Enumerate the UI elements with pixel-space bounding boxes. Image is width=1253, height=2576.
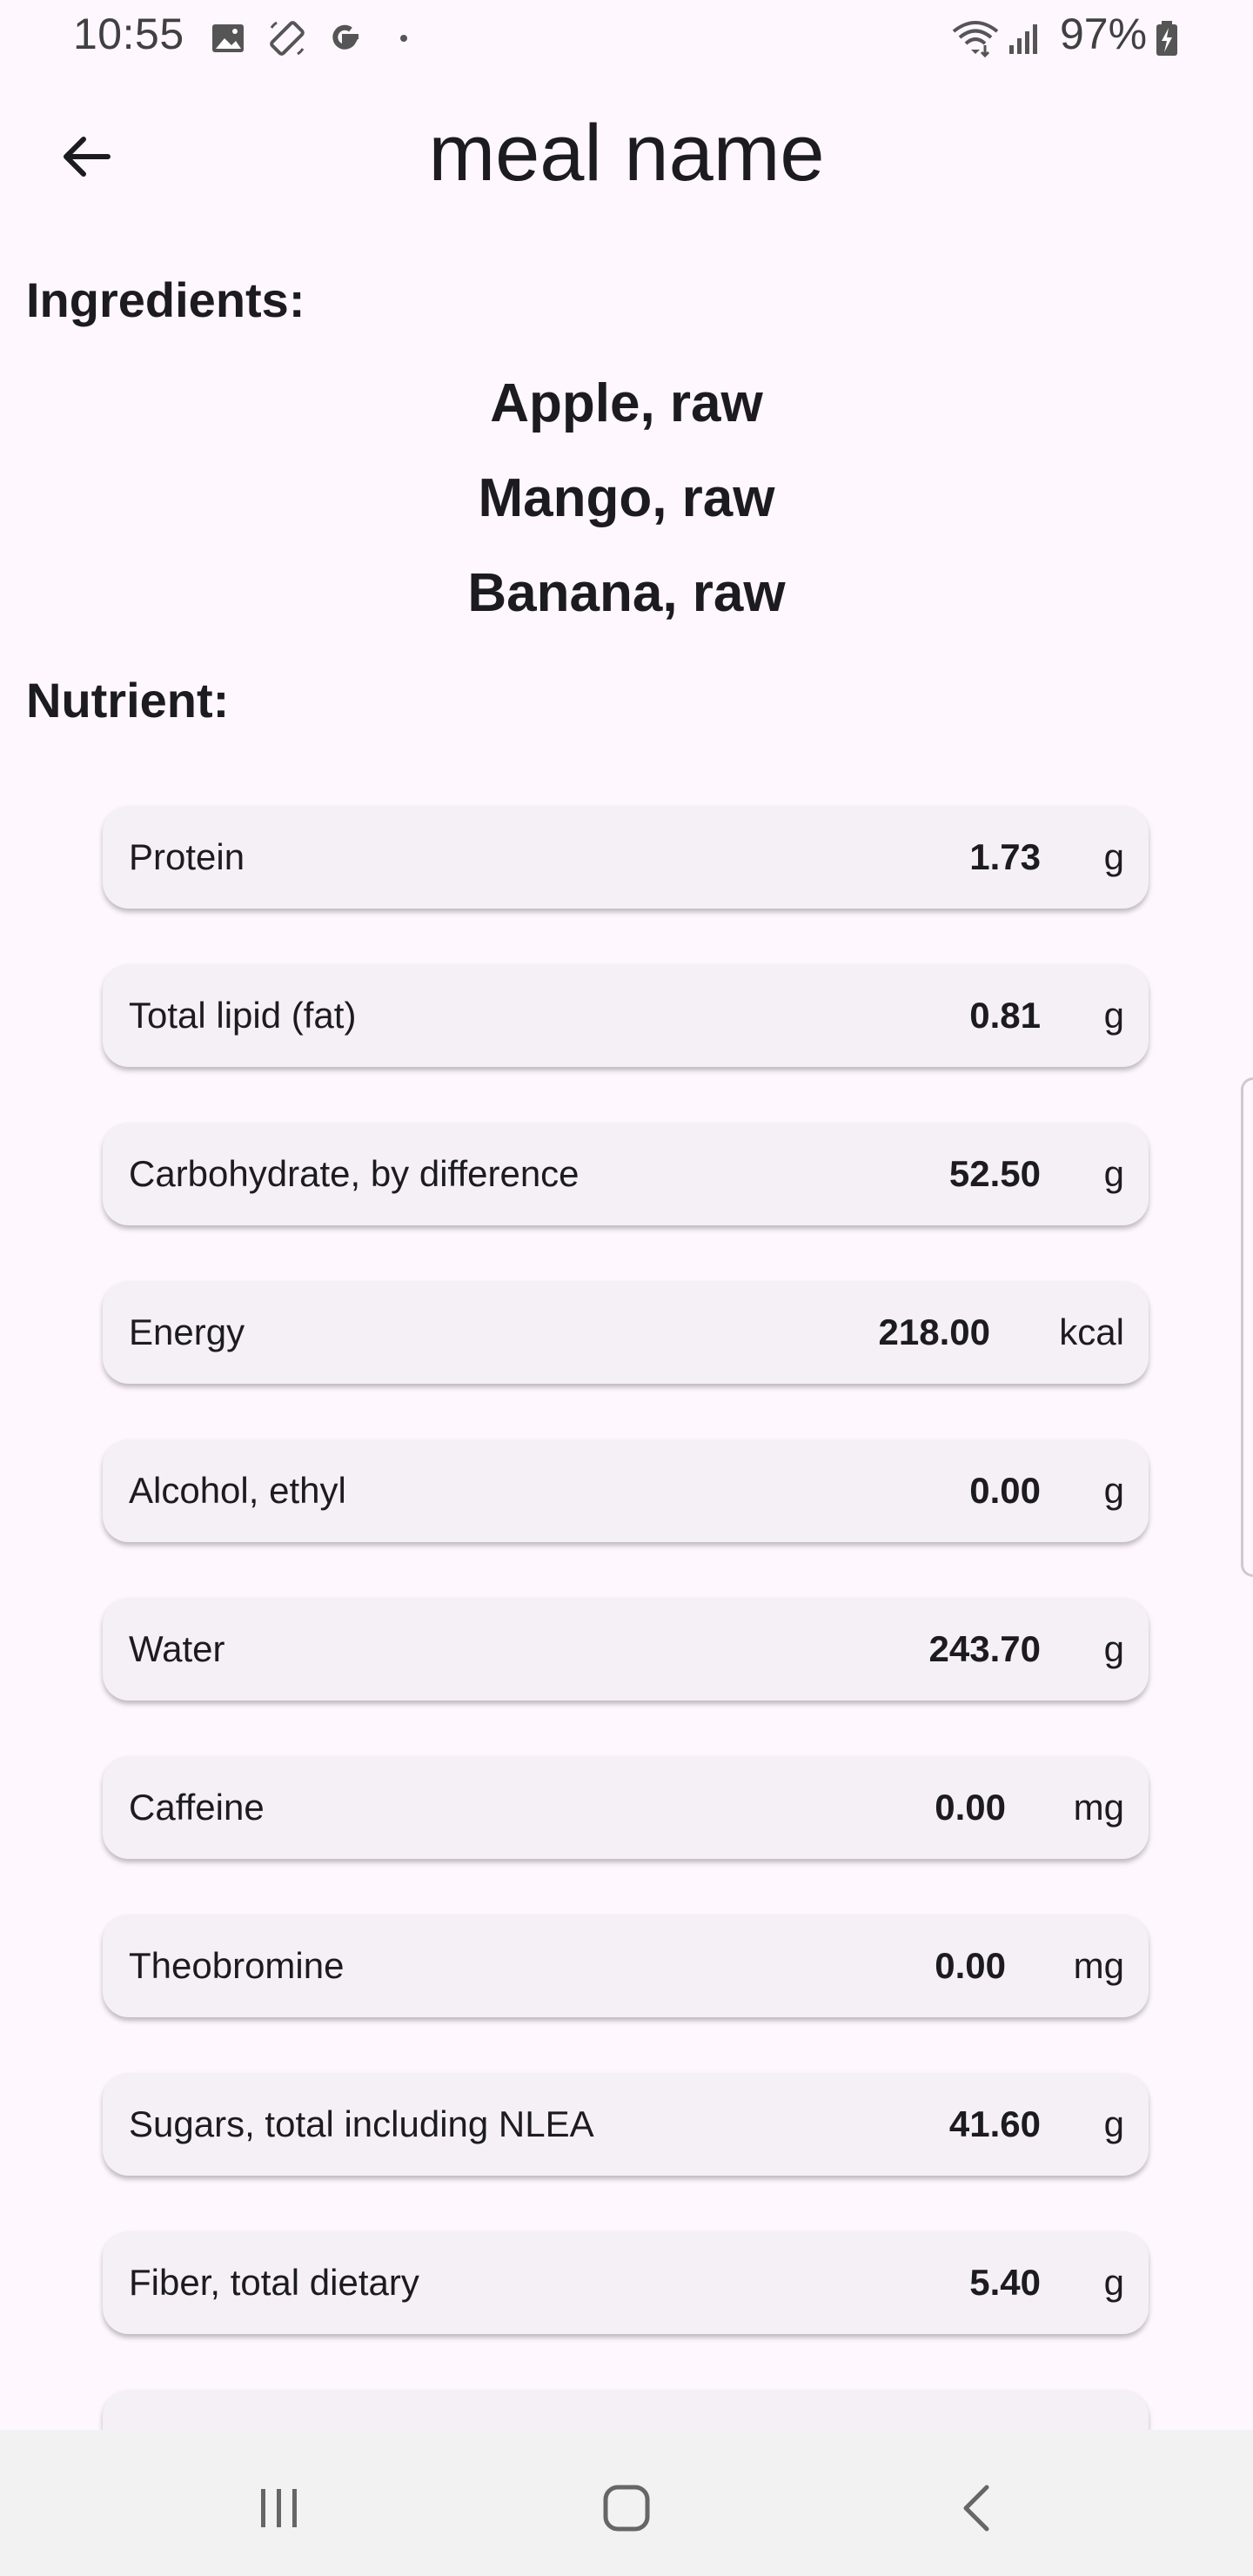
nutrient-unit: mg — [1073, 1787, 1124, 1828]
nutrient-unit: kcal — [1059, 1311, 1124, 1352]
back-nav-button[interactable] — [935, 2465, 1022, 2552]
nutrient-unit: g — [1103, 2262, 1124, 2303]
nutrient-row-fiber: Fiber, total dietary 5.40 g — [103, 2231, 1149, 2334]
nutrient-row-water: Water 243.70 g — [103, 1598, 1149, 1701]
nutrient-name: Sugars, total including NLEA — [129, 2103, 594, 2144]
ingredient-item: Apple, raw — [490, 373, 763, 433]
nutrient-value: 1.73 — [969, 836, 1041, 877]
image-icon — [212, 24, 244, 52]
nutrient-name: Caffeine — [129, 1787, 265, 1828]
nutrient-row-total-lipid: Total lipid (fat) 0.81 g — [103, 964, 1149, 1067]
dot-icon — [400, 35, 407, 42]
nutrient-name: Water — [129, 1628, 225, 1669]
nutrient-unit: g — [1103, 1628, 1124, 1669]
system-nav-bar — [0, 2430, 1253, 2576]
nutrient-name: Total lipid (fat) — [129, 995, 357, 1036]
ingredient-item: Mango, raw — [478, 468, 775, 528]
nutrient-unit: g — [1103, 2103, 1124, 2144]
recent-apps-icon — [261, 2489, 297, 2527]
google-icon — [332, 24, 358, 50]
home-button[interactable] — [583, 2465, 670, 2552]
nutrient-value: 41.60 — [948, 2103, 1041, 2144]
nutrient-value: 5.40 — [969, 2262, 1041, 2303]
nutrient-name: Alcohol, ethyl — [129, 1470, 346, 1511]
nutrient-unit: g — [1103, 836, 1124, 877]
nutrient-value: 52.50 — [948, 1153, 1041, 1194]
home-icon — [603, 2485, 650, 2532]
nutrient-value: 0.00 — [969, 1470, 1041, 1511]
nutrient-row-energy: Energy 218.00 kcal — [103, 1281, 1149, 1384]
nutrient-row-alcohol: Alcohol, ethyl 0.00 g — [103, 1439, 1149, 1542]
nutrient-row-caffeine: Caffeine 0.00 mg — [103, 1756, 1149, 1859]
nutrient-unit: mg — [1073, 1945, 1124, 1986]
nutrient-row-protein: Protein 1.73 g — [103, 806, 1149, 909]
ingredients-list: Apple, raw Mango, raw Banana, raw — [0, 366, 1253, 650]
nutrient-name: Theobromine — [129, 1945, 345, 1986]
nutrient-label: Nutrient: — [26, 673, 230, 728]
nutrient-value: 0.00 — [935, 1945, 1006, 1986]
nutrient-name: Energy — [129, 1311, 245, 1352]
page-title: meal name — [428, 109, 825, 198]
nutrient-value: 243.70 — [928, 1628, 1041, 1669]
recent-apps-button[interactable] — [235, 2465, 322, 2552]
nutrient-unit: g — [1103, 1470, 1124, 1511]
nutrient-list[interactable]: Protein 1.73 g Total lipid (fat) 0.81 g … — [103, 806, 1149, 2390]
nutrient-name: Carbohydrate, by difference — [129, 1153, 580, 1194]
signal-icon — [1009, 24, 1037, 54]
nutrient-value: 0.00 — [935, 1787, 1006, 1828]
ingredient-item: Banana, raw — [467, 563, 786, 623]
nutrient-row-carbohydrate: Carbohydrate, by difference 52.50 g — [103, 1123, 1149, 1225]
back-nav-icon — [963, 2485, 989, 2532]
battery-charging-icon — [1156, 21, 1177, 56]
ingredients-label: Ingredients: — [26, 272, 305, 327]
nutrient-row-theobromine: Theobromine 0.00 mg — [103, 1915, 1149, 2017]
nutrient-name: Protein — [129, 836, 245, 877]
status-time: 10:55 — [73, 10, 184, 58]
nutrient-value: 218.00 — [878, 1311, 990, 1352]
nutrient-unit: g — [1103, 1153, 1124, 1194]
nutrient-name: Fiber, total dietary — [129, 2262, 419, 2303]
status-bar: 10:55 97% — [0, 0, 1253, 73]
battery-percentage: 97% — [1060, 10, 1148, 58]
nutrient-value: 0.81 — [969, 995, 1041, 1036]
edge-panel-handle[interactable] — [1241, 1077, 1253, 1577]
rotate-icon — [270, 21, 305, 56]
nutrient-row-sugars: Sugars, total including NLEA 41.60 g — [103, 2073, 1149, 2176]
nutrient-unit: g — [1103, 995, 1124, 1036]
wifi-icon — [952, 21, 999, 57]
